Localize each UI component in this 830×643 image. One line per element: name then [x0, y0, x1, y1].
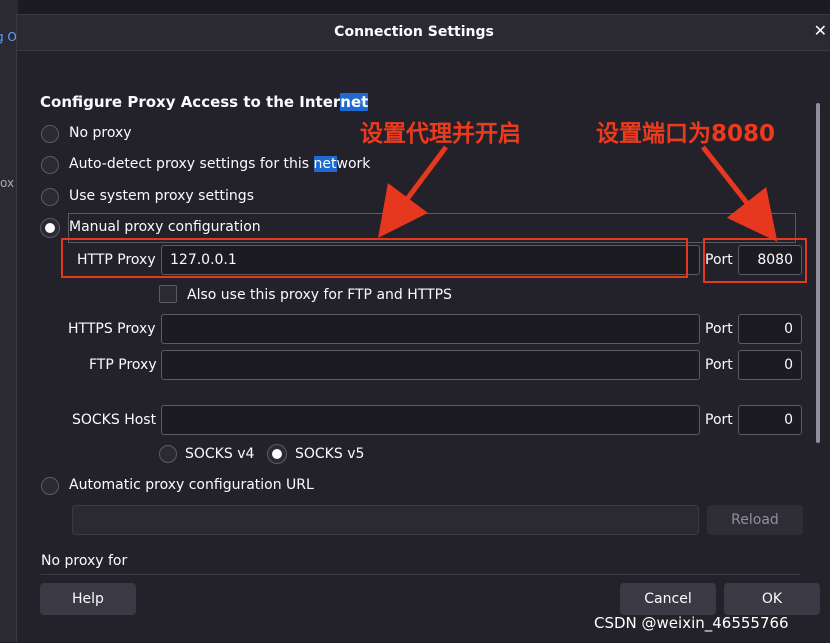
arrow-to-port [701, 145, 778, 242]
watermark: CSDN @weixin_46555766 [594, 614, 789, 632]
arrow-to-http-proxy [378, 145, 449, 239]
annotation-arrows [378, 145, 778, 242]
